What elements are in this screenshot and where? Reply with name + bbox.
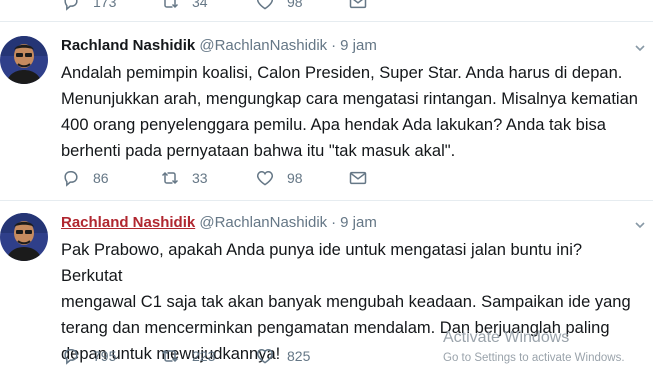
- reply-count: 86: [93, 170, 109, 186]
- tweet-actions: 86 33 98: [61, 168, 381, 192]
- reply-count: 795: [93, 348, 117, 364]
- tweet-text: Andalah pemimpin koalisi, Calon Presiden…: [61, 64, 638, 160]
- heart-icon: [256, 348, 274, 364]
- retweet-icon: [161, 171, 179, 185]
- tweet-actions: 795 223 825: [61, 346, 381, 370]
- retweet-count: 34: [192, 0, 208, 10]
- like-action[interactable]: 98: [255, 168, 303, 188]
- reply-action[interactable]: 86: [61, 168, 109, 188]
- reply-action[interactable]: 173: [61, 0, 116, 12]
- reply-count: 173: [93, 0, 117, 10]
- like-action[interactable]: 825: [255, 346, 310, 366]
- dm-action[interactable]: [348, 0, 380, 12]
- separator-dot: ·: [331, 214, 337, 231]
- reply-action[interactable]: 795: [61, 346, 116, 366]
- separator-dot: ·: [331, 37, 337, 54]
- timestamp[interactable]: 9 jam: [340, 37, 377, 54]
- heart-icon: [256, 0, 274, 10]
- reply-icon: [64, 171, 78, 187]
- retweet-action[interactable]: 223: [160, 346, 215, 366]
- like-count: 98: [287, 0, 303, 10]
- like-action[interactable]: 98: [255, 0, 303, 12]
- retweet-action[interactable]: 33: [160, 168, 208, 188]
- avatar[interactable]: [0, 36, 48, 84]
- retweet-action[interactable]: 34: [160, 0, 208, 12]
- tweet-header: Rachland Nashidik @RachlanNashidik · 9 jam: [61, 214, 377, 231]
- tweet-header: Rachland Nashidik @RachlanNashidik · 9 jam: [61, 37, 377, 54]
- activate-windows-watermark: Activate Windows Go to Settings to activ…: [443, 329, 625, 366]
- like-count: 98: [287, 170, 303, 186]
- reply-icon: [64, 0, 78, 11]
- timestamp[interactable]: 9 jam: [340, 214, 377, 231]
- watermark-title: Activate Windows: [443, 329, 570, 346]
- retweet-icon: [163, 0, 179, 9]
- like-count: 825: [287, 348, 311, 364]
- tweet[interactable]: Rachland Nashidik @RachlanNashidik · 9 jam…: [0, 22, 653, 204]
- reply-icon: [64, 349, 78, 365]
- envelope-icon: [349, 171, 367, 185]
- retweet-icon: [161, 349, 179, 363]
- heart-icon: [256, 170, 274, 186]
- author-handle[interactable]: @RachlanNashidik: [199, 214, 327, 231]
- retweet-count: 33: [192, 170, 208, 186]
- avatar[interactable]: [0, 213, 48, 261]
- author-name[interactable]: Rachland Nashidik: [61, 214, 195, 231]
- retweet-count: 223: [192, 348, 216, 364]
- previous-tweet-actions: 173 34 98: [0, 0, 653, 22]
- author-name[interactable]: Rachland Nashidik: [61, 37, 195, 54]
- envelope-icon: [349, 0, 367, 9]
- watermark-subtitle: Go to Settings to activate Windows.: [443, 352, 625, 364]
- chevron-down-icon[interactable]: [633, 218, 647, 232]
- chevron-down-icon[interactable]: [633, 41, 647, 55]
- author-handle[interactable]: @RachlanNashidik: [199, 37, 327, 54]
- dm-action[interactable]: [348, 168, 380, 188]
